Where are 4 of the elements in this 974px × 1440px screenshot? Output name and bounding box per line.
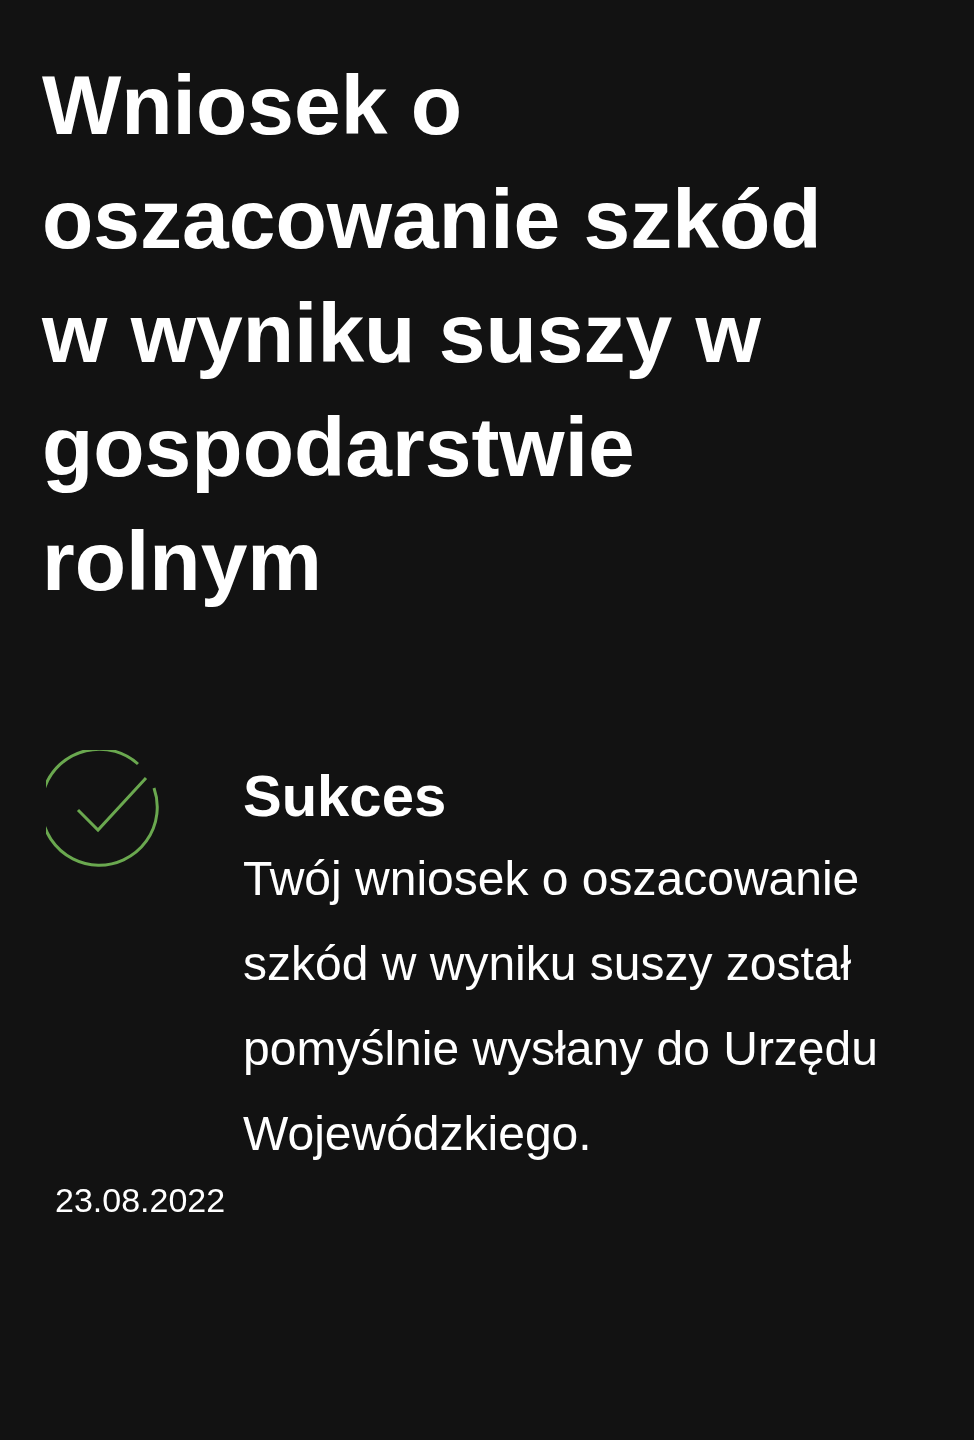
status-heading: Sukces <box>243 762 448 830</box>
status-message: Twój wniosek o oszacowanie szkód w wyniku suszy został pomyślnie wysłany do Urzędu Wojewódzkiego. <box>243 851 879 1162</box>
date-text: 23.08.2022 <box>55 1180 226 1220</box>
page-title: Wniosek o oszacowanie szkód w wyniku suszy w gospodarstwie rolnym <box>42 57 823 610</box>
